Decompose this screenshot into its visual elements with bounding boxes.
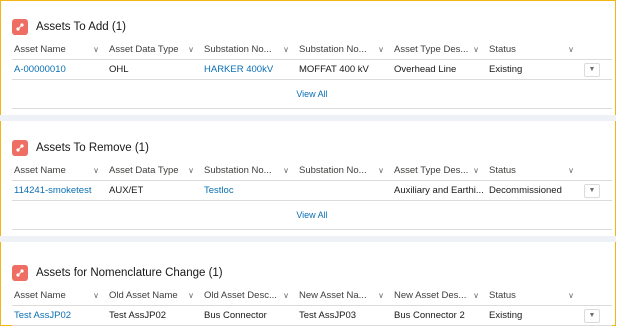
column-header[interactable]: Asset Name ∨ bbox=[12, 286, 107, 306]
chevron-down-icon: ∨ bbox=[568, 291, 574, 300]
chevron-down-icon: ∨ bbox=[568, 45, 574, 54]
chevron-down-icon: ∨ bbox=[378, 166, 384, 175]
cell: Test AssJP02 bbox=[107, 305, 202, 326]
status-cell: Existing bbox=[487, 305, 582, 326]
assets-to-add-table: Asset Name ∨ Asset Data Type ∨ Substation … bbox=[12, 40, 612, 80]
card-header: Assets for Nomenclature Change (1) bbox=[12, 260, 612, 286]
divider bbox=[0, 236, 616, 242]
column-header[interactable]: Old Asset Desc... ∨ bbox=[202, 286, 297, 306]
column-header[interactable]: Asset Name ∨ bbox=[12, 161, 107, 181]
column-header[interactable]: Asset Data Type ∨ bbox=[107, 161, 202, 181]
column-header[interactable]: Asset Name ∨ bbox=[12, 40, 107, 60]
dropdown-arrow-icon: ▼ bbox=[588, 66, 596, 73]
column-header[interactable]: Old Asset Name ∨ bbox=[107, 286, 202, 306]
cell: Bus Connector 2 bbox=[392, 305, 487, 326]
chevron-down-icon: ∨ bbox=[93, 291, 99, 300]
status-cell: Decommissioned bbox=[487, 180, 582, 201]
chevron-down-icon: ∨ bbox=[568, 166, 574, 175]
nomenclature-change-card: Assets for Nomenclature Change (1) Asset… bbox=[12, 260, 612, 326]
substation-link[interactable]: HARKER 400kV bbox=[204, 64, 273, 75]
column-header[interactable]: Substation No... ∨ bbox=[202, 40, 297, 60]
row-menu-button[interactable]: ▼ bbox=[584, 183, 600, 198]
divider bbox=[0, 115, 616, 121]
substation-link[interactable]: Testloc bbox=[204, 185, 234, 196]
chevron-down-icon: ∨ bbox=[188, 291, 194, 300]
row-menu-button[interactable]: ▼ bbox=[584, 308, 600, 323]
cell: Bus Connector bbox=[202, 305, 297, 326]
asset-link[interactable]: 114241-smoketest bbox=[14, 185, 91, 196]
asset-hierarchy-icon bbox=[12, 19, 28, 35]
chevron-down-icon: ∨ bbox=[93, 166, 99, 175]
card-header: Assets To Remove (1) bbox=[12, 135, 612, 161]
column-header[interactable]: Asset Type Des... ∨ bbox=[392, 161, 487, 181]
card-title[interactable]: Assets To Remove (1) bbox=[36, 142, 149, 154]
assets-to-add-card: Assets To Add (1) Asset Name ∨ Asset Data… bbox=[12, 14, 612, 109]
chevron-down-icon: ∨ bbox=[283, 291, 289, 300]
chevron-down-icon: ∨ bbox=[378, 45, 384, 54]
column-header[interactable]: Substation No... ∨ bbox=[202, 161, 297, 181]
chevron-down-icon: ∨ bbox=[473, 45, 479, 54]
chevron-down-icon: ∨ bbox=[378, 291, 384, 300]
column-header[interactable]: Substation No... ∨ bbox=[297, 161, 392, 181]
view-all-footer: View All bbox=[12, 80, 612, 109]
chevron-down-icon: ∨ bbox=[283, 45, 289, 54]
cell bbox=[297, 180, 392, 201]
column-header[interactable]: Asset Type Des... ∨ bbox=[392, 40, 487, 60]
actions-header bbox=[582, 286, 612, 306]
chevron-down-icon: ∨ bbox=[188, 166, 194, 175]
chevron-down-icon: ∨ bbox=[283, 166, 289, 175]
assets-to-remove-table: Asset Name ∨ Asset Data Type ∨ Substation … bbox=[12, 161, 612, 201]
chevron-down-icon: ∨ bbox=[473, 291, 479, 300]
dropdown-arrow-icon: ▼ bbox=[588, 312, 596, 319]
nomenclature-change-table: Asset Name ∨ Old Asset Name ∨ Old Asset De… bbox=[12, 286, 612, 326]
cell: MOFFAT 400 kV bbox=[297, 59, 392, 80]
actions-header bbox=[582, 40, 612, 60]
status-cell: Existing bbox=[487, 59, 582, 80]
column-header[interactable]: New Asset Des... ∨ bbox=[392, 286, 487, 306]
chevron-down-icon: ∨ bbox=[473, 166, 479, 175]
table-row: 114241-smoketest AUX/ET Testloc Auxiliar… bbox=[12, 180, 612, 201]
cell: Overhead Line bbox=[392, 59, 487, 80]
table-row: Test AssJP02 Test AssJP02 Bus Connector … bbox=[12, 305, 612, 326]
cell: Auxiliary and Earthi... bbox=[392, 180, 487, 201]
dropdown-arrow-icon: ▼ bbox=[588, 187, 596, 194]
actions-header bbox=[582, 161, 612, 181]
column-header[interactable]: New Asset Na... ∨ bbox=[297, 286, 392, 306]
row-menu-button[interactable]: ▼ bbox=[584, 62, 600, 77]
column-header[interactable]: Status ∨ bbox=[487, 161, 582, 181]
asset-link[interactable]: A-00000010 bbox=[14, 64, 66, 75]
view-all-link[interactable]: View All bbox=[296, 89, 327, 99]
asset-hierarchy-icon bbox=[12, 140, 28, 156]
column-header[interactable]: Status ∨ bbox=[487, 286, 582, 306]
cell: Test AssJP03 bbox=[297, 305, 392, 326]
card-header: Assets To Add (1) bbox=[12, 14, 612, 40]
card-title[interactable]: Assets To Add (1) bbox=[36, 21, 126, 33]
asset-link[interactable]: Test AssJP02 bbox=[14, 310, 71, 321]
column-header[interactable]: Asset Data Type ∨ bbox=[107, 40, 202, 60]
column-header[interactable]: Substation No... ∨ bbox=[297, 40, 392, 60]
view-all-link[interactable]: View All bbox=[296, 210, 327, 220]
table-row: A-00000010 OHL HARKER 400kV MOFFAT 400 k… bbox=[12, 59, 612, 80]
card-title[interactable]: Assets for Nomenclature Change (1) bbox=[36, 267, 223, 279]
column-header[interactable]: Status ∨ bbox=[487, 40, 582, 60]
asset-hierarchy-icon bbox=[12, 265, 28, 281]
cell: OHL bbox=[107, 59, 202, 80]
cell: AUX/ET bbox=[107, 180, 202, 201]
assets-to-remove-card: Assets To Remove (1) Asset Name ∨ Asset D… bbox=[12, 135, 612, 230]
chevron-down-icon: ∨ bbox=[93, 45, 99, 54]
view-all-footer: View All bbox=[12, 201, 612, 230]
chevron-down-icon: ∨ bbox=[188, 45, 194, 54]
